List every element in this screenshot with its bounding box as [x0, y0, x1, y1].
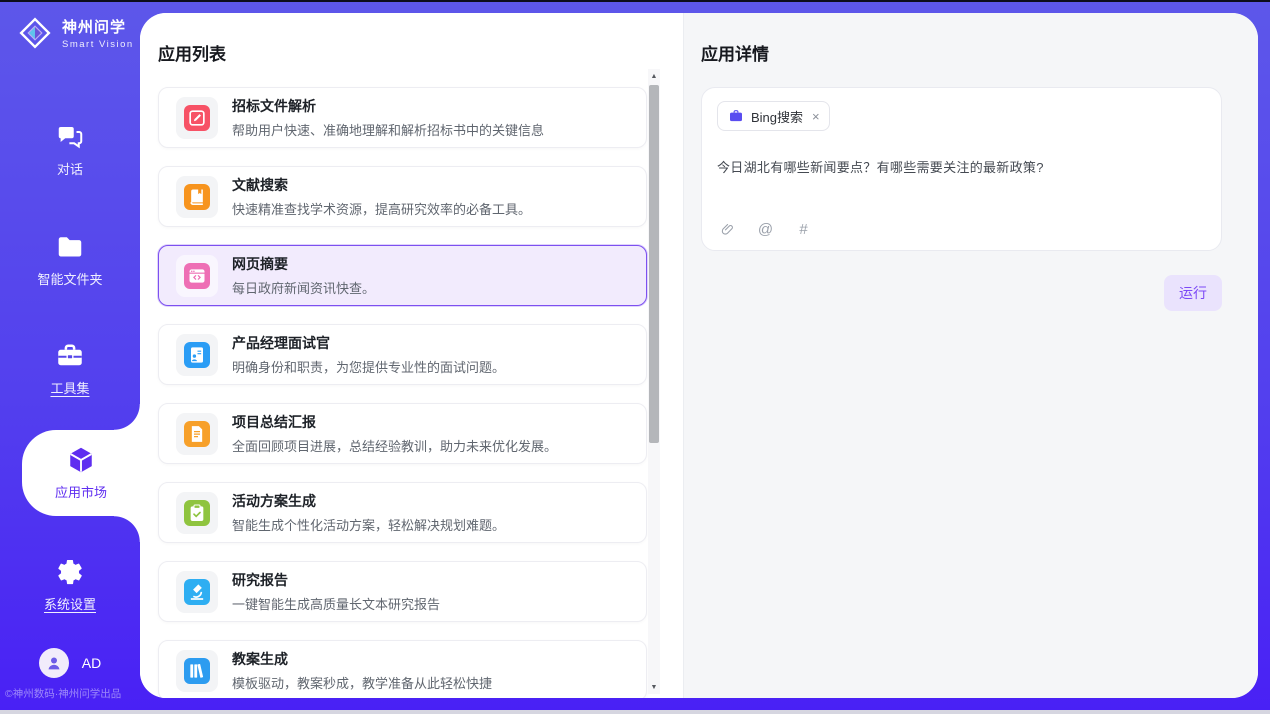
app-list-panel: 应用列表 招标文件解析 帮助用户快速、准确地理解和解析招标书中的关键信息 文献搜…: [140, 13, 684, 698]
sidebar-item-gear[interactable]: 系统设置: [0, 539, 140, 631]
scrollbar[interactable]: ▲ ▼: [648, 69, 660, 694]
app-card[interactable]: 招标文件解析 帮助用户快速、准确地理解和解析招标书中的关键信息: [158, 87, 647, 148]
app-list-title: 应用列表: [158, 40, 683, 65]
app-card-title: 研究报告: [232, 570, 440, 590]
run-button[interactable]: 运行: [1164, 275, 1222, 311]
plan-clipboard-icon: [184, 500, 210, 526]
app-card-description: 帮助用户快速、准确地理解和解析招标书中的关键信息: [232, 120, 544, 139]
person-icon: [44, 653, 64, 673]
briefcase-icon: [728, 108, 744, 124]
app-card-title: 招标文件解析: [232, 96, 544, 116]
run-row: 运行: [701, 275, 1222, 311]
sidebar-item-toolbox[interactable]: 工具集: [0, 323, 140, 415]
chat-icon: [55, 122, 85, 152]
sidebar-item-chat[interactable]: 对话: [0, 104, 140, 196]
tool-tag-label: Bing搜索: [751, 107, 803, 126]
app-card[interactable]: 研究报告 一键智能生成高质量长文本研究报告: [158, 561, 647, 622]
window-top-edge: [0, 0, 1270, 2]
sidebar-item-label: 系统设置: [44, 594, 96, 613]
hash-icon[interactable]: #: [795, 221, 812, 238]
app-card-title: 网页摘要: [232, 254, 375, 274]
app-card-title: 教案生成: [232, 649, 492, 669]
logo-title: 神州问学: [62, 16, 134, 37]
app-card-title: 产品经理面试官: [232, 333, 505, 353]
report-doc-icon: [184, 421, 210, 447]
app-card-description: 智能生成个性化活动方案，轻松解决规划难题。: [232, 515, 505, 534]
scrollbar-thumb[interactable]: [649, 85, 659, 443]
folder-icon: [55, 232, 85, 262]
app-card[interactable]: 产品经理面试官 明确身份和职责，为您提供专业性的面试问题。: [158, 324, 647, 385]
app-card-description: 快速精准查找学术资源，提高研究效率的必备工具。: [232, 199, 531, 218]
app-card-description: 全面回顾项目进展，总结经验教训，助力未来优化发展。: [232, 436, 557, 455]
app-detail-panel: 应用详情 Bing搜索 × 今日湖北有哪些新闻要点？有哪些需要关注的最新政策? …: [684, 13, 1258, 698]
bid-edit-icon: [184, 105, 210, 131]
sidebar-item-cube[interactable]: 应用市场: [22, 430, 140, 516]
app-card-title: 项目总结汇报: [232, 412, 557, 432]
app-card[interactable]: 活动方案生成 智能生成个性化活动方案，轻松解决规划难题。: [158, 482, 647, 543]
app-card-list: 招标文件解析 帮助用户快速、准确地理解和解析招标书中的关键信息 文献搜索 快速精…: [158, 87, 647, 698]
app-card-title: 活动方案生成: [232, 491, 505, 511]
app-card-description: 模板驱动，教案秒成，教学准备从此轻松快捷: [232, 673, 492, 692]
tool-tag-close-icon[interactable]: ×: [812, 109, 820, 124]
prompt-input-card[interactable]: Bing搜索 × 今日湖北有哪些新闻要点？有哪些需要关注的最新政策? @#: [701, 87, 1222, 251]
web-code-icon: [184, 263, 210, 289]
sidebar-item-folder[interactable]: 智能文件夹: [0, 214, 140, 306]
sidebar-item-label: 工具集: [50, 378, 89, 397]
app-card[interactable]: 网页摘要 每日政府新闻资讯快查。: [158, 245, 647, 306]
at-icon[interactable]: @: [757, 221, 774, 238]
user-account[interactable]: AD: [0, 648, 140, 678]
copyright-footer: ©神州数码·神州问学出品: [5, 686, 140, 701]
gear-icon: [55, 557, 85, 587]
avatar: [39, 648, 69, 678]
tool-tag-bing-search[interactable]: Bing搜索 ×: [717, 101, 830, 131]
scrollbar-up-arrow[interactable]: ▲: [648, 69, 660, 83]
app-detail-title: 应用详情: [701, 40, 1222, 65]
scrollbar-down-arrow[interactable]: ▼: [648, 680, 660, 694]
app-card-title: 文献搜索: [232, 175, 531, 195]
app-card-description: 明确身份和职责，为您提供专业性的面试问题。: [232, 357, 505, 376]
sidebar-item-label: 应用市场: [55, 482, 107, 501]
paperclip-icon[interactable]: [719, 221, 736, 238]
app-card[interactable]: 项目总结汇报 全面回顾项目进展，总结经验教训，助力未来优化发展。: [158, 403, 647, 464]
app-card-description: 每日政府新闻资讯快查。: [232, 278, 375, 297]
toolbox-icon: [55, 341, 85, 371]
app-card[interactable]: 教案生成 模板驱动，教案秒成，教学准备从此轻松快捷: [158, 640, 647, 698]
interviewer-icon: [184, 342, 210, 368]
main-container: 应用列表 招标文件解析 帮助用户快速、准确地理解和解析招标书中的关键信息 文献搜…: [140, 13, 1258, 698]
window-bottom-edge: [0, 710, 1270, 714]
cube-icon: [66, 445, 96, 475]
lesson-books-icon: [184, 658, 210, 684]
app-logo: 神州问学 Smart Vision: [16, 14, 134, 52]
prompt-text[interactable]: 今日湖北有哪些新闻要点？有哪些需要关注的最新政策?: [717, 157, 1206, 176]
sidebar-item-label: 智能文件夹: [37, 269, 102, 288]
research-icon: [184, 579, 210, 605]
app-card[interactable]: 文献搜索 快速精准查找学术资源，提高研究效率的必备工具。: [158, 166, 647, 227]
book-icon: [184, 184, 210, 210]
user-name: AD: [82, 655, 101, 671]
logo-diamond-icon: [16, 14, 54, 52]
sidebar-item-label: 对话: [57, 159, 83, 178]
app-card-description: 一键智能生成高质量长文本研究报告: [232, 594, 440, 613]
logo-subtitle: Smart Vision: [62, 39, 134, 50]
prompt-toolbar: @#: [719, 221, 812, 238]
sidebar: 神州问学 Smart Vision 对话 智能文件夹 工具集 应用市场 系统设置…: [0, 0, 140, 714]
